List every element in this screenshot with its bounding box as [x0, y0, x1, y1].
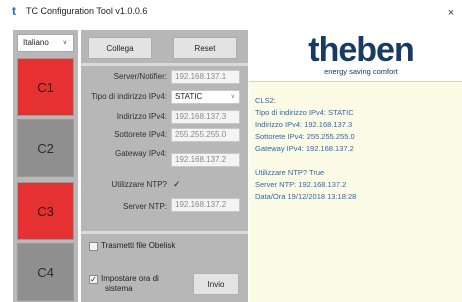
channel-c3-button[interactable]: C3 — [17, 182, 74, 240]
info-panel: theben energy saving comfort CLS2: Tipo … — [249, 30, 462, 302]
info-line: Indirizzo IPv4: 192.168.137.3 — [255, 120, 353, 129]
server-field[interactable]: 192.168.137.1 — [171, 70, 240, 84]
ntp-label: Utilizzare NTP? — [111, 180, 167, 189]
set-time-checkbox[interactable]: ✓ — [89, 275, 98, 284]
config-panel: Collega Reset Server/Notifier: Tipo di i… — [81, 30, 248, 302]
language-value: Italiano — [23, 38, 49, 47]
channel-c1-button[interactable]: C1 — [17, 58, 74, 116]
obelisk-label: Trasmetti file Obelisk — [101, 241, 176, 250]
set-time-label-line2: sistema — [105, 284, 133, 293]
ip-address-field[interactable]: 192.168.137.3 — [171, 110, 240, 124]
channel-c4-button[interactable]: C4 — [17, 243, 74, 301]
subnet-label: Sottorete IPv4: — [114, 130, 167, 139]
ip-address-label: Indirizzo IPv4: — [116, 112, 167, 121]
close-button[interactable]: × — [440, 0, 462, 26]
ip-type-label: Tipo di indirizzo IPv4: — [91, 92, 167, 101]
chevron-down-icon: ∨ — [230, 94, 235, 100]
set-time-label-line1: Impostare ora di — [101, 274, 159, 283]
ntp-checkbox[interactable]: ✓ — [173, 179, 181, 190]
ntp-server-label: Server NTP: — [122, 202, 167, 211]
obelisk-checkbox[interactable] — [89, 242, 98, 251]
info-line: Data/Ora 19/12/2018 13:18:28 — [255, 192, 357, 201]
logo-text: theben — [308, 31, 414, 69]
gateway-field[interactable]: 192.168.137.2 — [171, 153, 240, 167]
info-line: Gateway IPv4: 192.168.137.2 — [255, 144, 354, 153]
info-line: CLS2: — [255, 96, 276, 105]
logo-tagline: energy saving comfort — [324, 67, 398, 76]
divider — [81, 231, 248, 234]
channel-panel: Italiano ∨ C1 C2 C3 C4 — [13, 30, 78, 302]
info-line: Utilizzare NTP? True — [255, 168, 325, 177]
channel-c2-button[interactable]: C2 — [17, 119, 74, 177]
server-label: Server/Notifier: — [113, 72, 167, 81]
set-time-label: Impostare ora di sistema — [101, 274, 159, 294]
send-button[interactable]: Invio — [193, 273, 239, 295]
status-output: CLS2: Tipo di indirizzo IPv4: STATIC Ind… — [249, 81, 462, 302]
brand-logo: theben energy saving comfort — [249, 30, 462, 80]
reset-button[interactable]: Reset — [173, 37, 237, 59]
subnet-field[interactable]: 255.255.255.0 — [171, 128, 240, 142]
info-line: Server NTP: 192.168.137.2 — [255, 180, 347, 189]
ip-type-value: STATIC — [175, 92, 203, 101]
window-title: TC Configuration Tool v1.0.0.6 — [26, 6, 148, 16]
gateway-label: Gateway IPv4: — [114, 149, 167, 158]
app-icon: t — [12, 4, 16, 18]
ntp-server-field[interactable]: 192.168.137.2 — [171, 198, 240, 212]
language-select[interactable]: Italiano ∨ — [17, 34, 74, 52]
info-line: Sottorete IPv4: 255.255.255.0 — [255, 132, 355, 141]
field-labels: Server/Notifier: Tipo di indirizzo IPv4:… — [81, 30, 167, 302]
ip-type-select[interactable]: STATIC ∨ — [171, 90, 240, 104]
info-line: Tipo di indirizzo IPv4: STATIC — [255, 108, 354, 117]
chevron-down-icon: ∨ — [62, 40, 67, 46]
title-bar: t TC Configuration Tool v1.0.0.6 × — [0, 0, 462, 26]
